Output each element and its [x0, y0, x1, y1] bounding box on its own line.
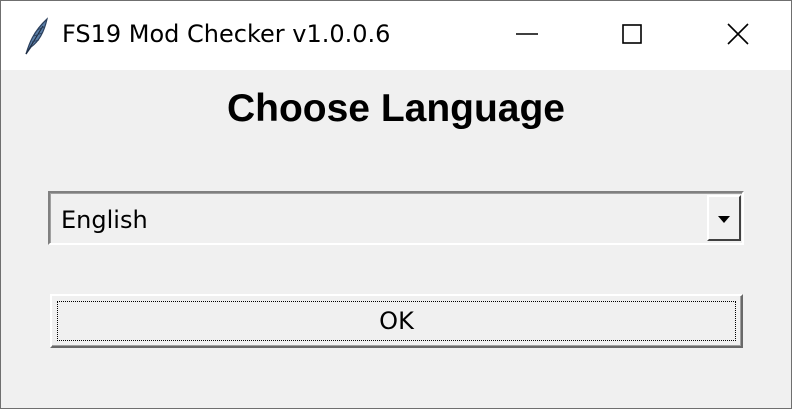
minimize-icon	[515, 22, 539, 50]
ok-button[interactable]: OK	[50, 294, 743, 348]
window-title: FS19 Mod Checker v1.0.0.6	[62, 20, 391, 48]
language-select-value: English	[61, 206, 148, 234]
language-select[interactable]: English	[48, 191, 744, 245]
app-window: FS19 Mod Checker v1.0.0.6 Choose Languag…	[0, 0, 792, 409]
close-icon	[726, 22, 750, 50]
title-bar[interactable]: FS19 Mod Checker v1.0.0.6	[1, 1, 791, 70]
close-button[interactable]	[685, 1, 791, 70]
dropdown-arrow-icon	[716, 209, 732, 228]
feather-icon	[23, 16, 51, 56]
dialog-heading: Choose Language	[226, 87, 566, 130]
minimize-button[interactable]	[474, 1, 580, 70]
maximize-button[interactable]	[579, 1, 685, 70]
dropdown-button[interactable]	[707, 195, 741, 241]
ok-button-label: OK	[379, 307, 414, 335]
language-select-field[interactable]: English	[50, 193, 742, 243]
maximize-icon	[620, 22, 644, 50]
